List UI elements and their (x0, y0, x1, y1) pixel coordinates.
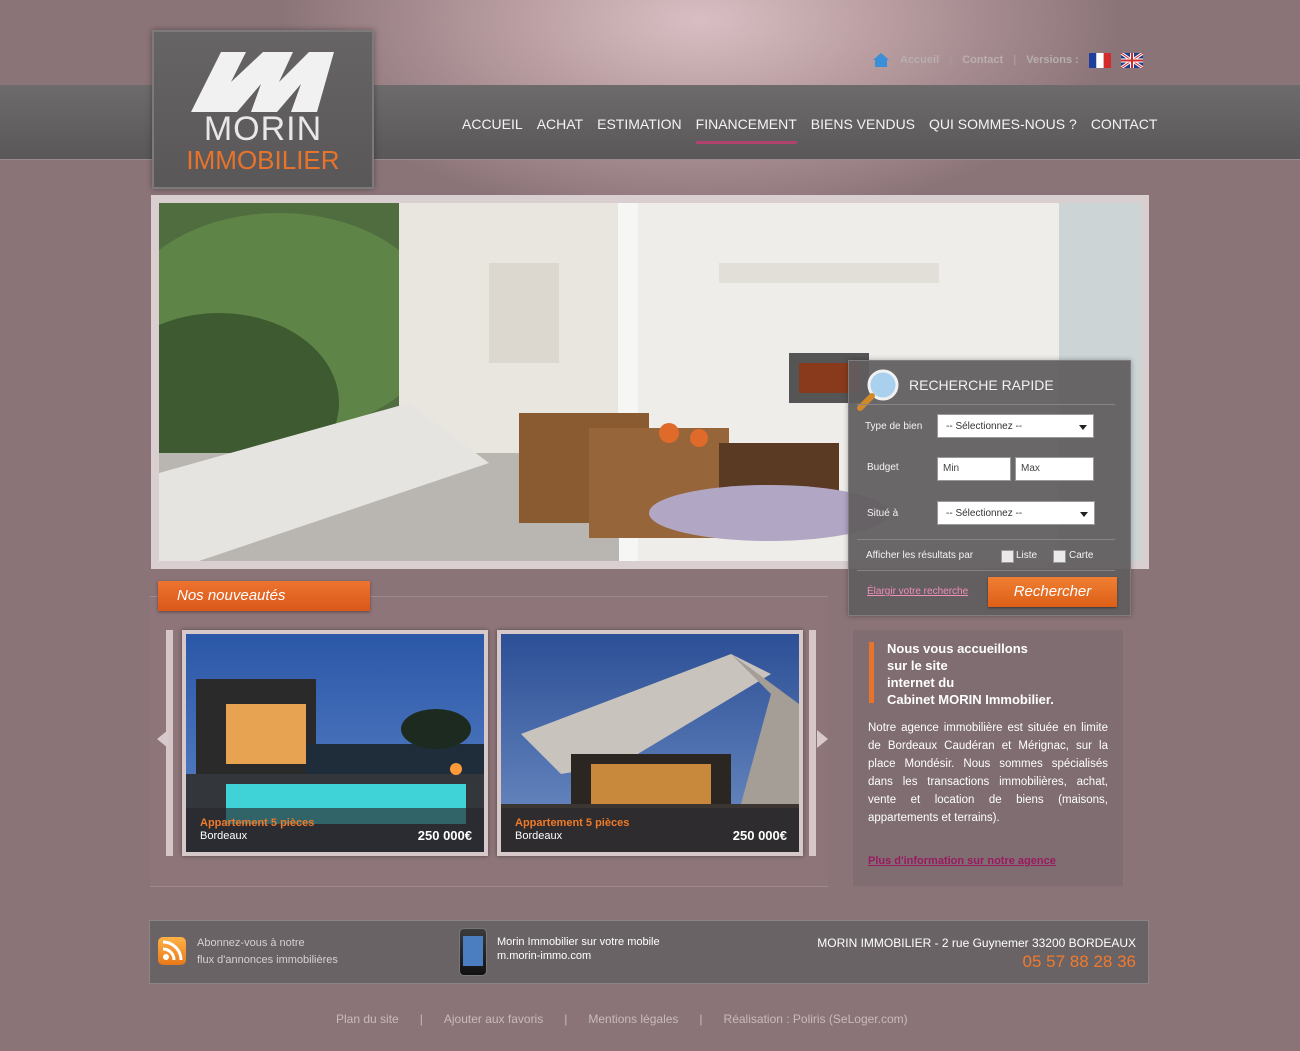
map-option-label: Carte (1069, 550, 1094, 561)
welcome-title: Nous vous accueillons sur le site intern… (887, 640, 1107, 708)
property-city: Bordeaux (515, 830, 563, 842)
nav-achat[interactable]: ACHAT (530, 116, 590, 132)
nav-estimation[interactable]: ESTIMATION (590, 116, 689, 132)
location-label: Situé à (867, 508, 899, 519)
nav-accueil[interactable]: ACCUEIL (455, 116, 530, 132)
top-link-contact[interactable]: Contact (962, 54, 1003, 66)
quick-search-panel: RECHERCHE RAPIDE Type de bien -- Sélecti… (848, 360, 1131, 616)
agency-address: MORIN IMMOBILIER - 2 rue Guynemer 33200 … (817, 936, 1136, 950)
bottom-links: Plan du site | Ajouter aux favoris | Men… (336, 1012, 908, 1026)
rss-icon[interactable] (158, 937, 186, 965)
site-logo[interactable]: MORIN IMMOBILIER (152, 30, 374, 189)
property-card[interactable]: Appartement 5 pièces Bordeaux 250 000€ (182, 630, 488, 856)
carousel-next-arrow-icon[interactable] (816, 730, 828, 748)
logo-m-icon (191, 52, 334, 112)
type-select[interactable]: -- Sélectionnez -- (937, 414, 1094, 438)
list-option-label: Liste (1016, 550, 1038, 561)
property-city: Bordeaux (200, 830, 248, 842)
welcome-box: Nous vous accueillons sur le site intern… (853, 630, 1123, 886)
welcome-title-line: internet du (887, 675, 955, 690)
location-select[interactable]: -- Sélectionnez -- (937, 501, 1095, 525)
link-sitemap[interactable]: Plan du site (336, 1012, 399, 1026)
top-link-accueil[interactable]: Accueil (900, 54, 939, 66)
french-flag-icon[interactable] (1088, 52, 1111, 68)
mobile-phone-icon (459, 928, 487, 976)
mobile-line: m.morin-immo.com (497, 950, 592, 962)
agency-phone: 05 57 88 28 36 (1022, 952, 1136, 971)
divider (857, 404, 1115, 405)
search-title: RECHERCHE RAPIDE (909, 377, 1054, 393)
list-checkbox[interactable] (1001, 550, 1014, 563)
separator: | (564, 1012, 568, 1026)
display-label: Afficher les résultats par (866, 550, 974, 561)
link-legal[interactable]: Mentions légales (588, 1012, 678, 1026)
logo-word-immobilier: IMMOBILIER (186, 145, 340, 175)
carousel-prev-arrow-icon[interactable] (157, 730, 169, 748)
chevron-down-icon (1080, 512, 1088, 517)
separator: | (1013, 54, 1017, 66)
property-caption: Appartement 5 pièces Bordeaux 250 000€ (186, 808, 484, 852)
welcome-title-line: sur le site (887, 658, 948, 673)
property-price: 250 000€ (732, 828, 787, 843)
home-icon[interactable] (872, 52, 890, 68)
map-checkbox[interactable] (1053, 550, 1066, 563)
logo-word-morin: MORIN (203, 110, 323, 148)
property-photo: Appartement 5 pièces Bordeaux 250 000€ (501, 634, 799, 852)
property-title: Appartement 5 pièces (200, 817, 315, 829)
chevron-down-icon (1079, 425, 1087, 430)
accent-bar (869, 642, 874, 703)
divider (857, 570, 1115, 571)
mobile-line: Morin Immobilier sur votre mobile (497, 936, 660, 948)
property-photo: Appartement 5 pièces Bordeaux 250 000€ (186, 634, 484, 852)
widen-search-link[interactable]: Élargir votre recherche (867, 586, 968, 597)
uk-flag-icon[interactable] (1120, 52, 1143, 68)
rss-line: flux d'annonces immobilières (197, 954, 338, 966)
separator: | (699, 1012, 703, 1026)
divider (857, 539, 1115, 540)
rss-subscribe-text[interactable]: Abonnez-vous à notre flux d'annonces imm… (197, 935, 338, 969)
mobile-site-text[interactable]: Morin Immobilier sur votre mobile m.mori… (497, 935, 660, 963)
search-button[interactable]: Rechercher (988, 577, 1117, 607)
link-favorites[interactable]: Ajouter aux favoris (444, 1012, 543, 1026)
property-price: 250 000€ (417, 828, 472, 843)
nav-biens-vendus[interactable]: BIENS VENDUS (804, 116, 922, 132)
nav-contact[interactable]: CONTACT (1084, 116, 1165, 132)
type-label: Type de bien (865, 421, 923, 432)
budget-label: Budget (867, 462, 899, 473)
property-card[interactable]: Appartement 5 pièces Bordeaux 250 000€ (497, 630, 803, 856)
news-tab-title: Nos nouveautés (158, 581, 370, 611)
rss-line: Abonnez-vous à notre (197, 937, 305, 949)
type-select-value: -- Sélectionnez -- (946, 421, 1023, 432)
main-nav: ACCUEIL ACHAT ESTIMATION FINANCEMENT BIE… (455, 116, 1165, 144)
budget-min-input[interactable]: Min (937, 457, 1011, 481)
link-credits[interactable]: Réalisation : Poliris (SeLoger.com) (724, 1012, 908, 1026)
phone-screen (463, 936, 483, 966)
property-caption: Appartement 5 pièces Bordeaux 250 000€ (501, 808, 799, 852)
property-title: Appartement 5 pièces (515, 817, 630, 829)
welcome-body: Notre agence immobilière est située en l… (868, 722, 1108, 824)
separator: | (419, 1012, 423, 1026)
separator: | (949, 54, 953, 66)
nav-qui-sommes-nous[interactable]: QUI SOMMES-NOUS ? (922, 116, 1084, 132)
agency-info-link[interactable]: Plus d'information sur notre agence (868, 855, 1056, 867)
carousel-right-rail (809, 630, 816, 856)
welcome-title-line: Nous vous accueillons (887, 641, 1028, 656)
nav-financement[interactable]: FINANCEMENT (689, 116, 804, 144)
budget-max-input[interactable]: Max (1015, 457, 1094, 481)
welcome-title-line: Cabinet MORIN Immobilier. (887, 692, 1054, 707)
versions-label: Versions : (1026, 54, 1079, 66)
top-links: Accueil | Contact | Versions : (872, 52, 1143, 68)
location-select-value: -- Sélectionnez -- (946, 508, 1023, 519)
